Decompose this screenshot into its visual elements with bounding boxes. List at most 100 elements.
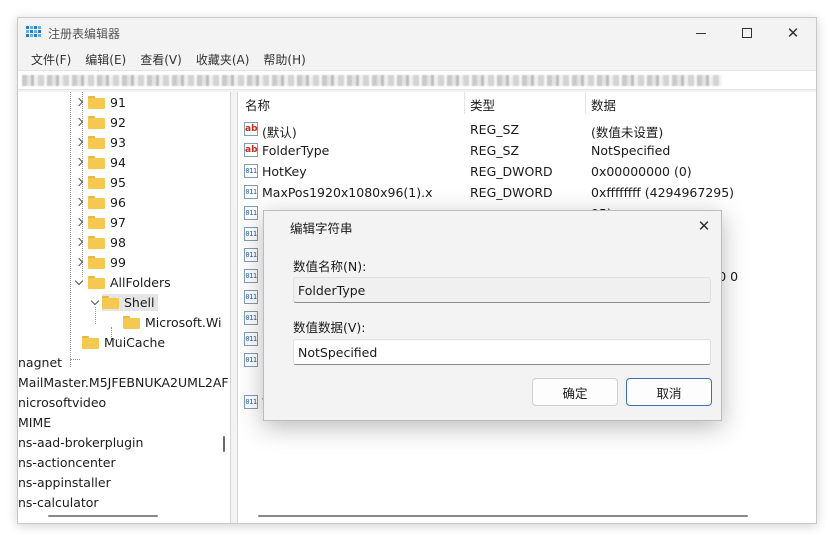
binary-value-icon: 011: [244, 227, 258, 241]
value-data-label: 数值数据(V):: [293, 320, 366, 335]
folder-icon: [88, 255, 105, 269]
address-bar[interactable]: [18, 70, 816, 90]
close-button[interactable]: ✕: [770, 18, 816, 48]
registry-value-row[interactable]: 011 HotKey REG_DWORD 0x00000000 (0): [238, 162, 816, 183]
title-bar[interactable]: 注册表编辑器 ✕: [18, 18, 816, 48]
binary-value-icon: 011: [244, 185, 258, 199]
folder-icon: [88, 195, 105, 209]
menu-edit[interactable]: 编辑(E): [78, 51, 133, 68]
tree-root-item[interactable]: ns-calculator: [18, 492, 99, 512]
tree-item-label: 92: [110, 114, 126, 130]
tree-item-allfolders[interactable]: AllFolders: [74, 272, 171, 292]
tree-root-item[interactable]: nicrosoftvideo: [18, 392, 106, 412]
value-name-field[interactable]: [293, 277, 711, 303]
registry-value-row[interactable]: 011 MaxPos1920x1080x96(1).x REG_DWORD 0xfff…: [238, 183, 816, 204]
tree-item-label: ns-calculator: [18, 494, 99, 510]
folder-icon: [82, 335, 99, 349]
chevron-right-icon[interactable]: [74, 237, 84, 247]
tree-root-item[interactable]: ns-actioncenter: [18, 452, 116, 472]
tree-guide-line: [70, 92, 71, 367]
edit-string-dialog: 编辑字符串 ✕ 数值名称(N): 数值数据(V): 确定 取消: [263, 210, 722, 421]
tree-item-94[interactable]: 94: [74, 152, 126, 172]
binary-value-icon: 011: [244, 269, 258, 283]
close-icon: ✕: [697, 217, 711, 235]
tree-root-item[interactable]: MailMaster.M5JFEBNUKA2UML2AF: [18, 372, 229, 392]
menu-favorites[interactable]: 收藏夹(A): [189, 51, 257, 68]
value-type: REG_SZ: [470, 122, 520, 137]
chevron-right-icon[interactable]: [74, 157, 84, 167]
folder-icon: [88, 95, 105, 109]
folder-icon: [88, 275, 105, 289]
binary-value-icon: 011: [244, 353, 258, 367]
tree-root-item[interactable]: nagnet: [18, 352, 62, 372]
tree-item-label: Shell: [124, 294, 155, 310]
value-data: NotSpecified: [591, 143, 671, 158]
value-type: REG_SZ: [470, 143, 520, 158]
tree-item-93[interactable]: 93: [74, 132, 126, 152]
tree-item-label: MuiCache: [104, 334, 166, 350]
tree-vertical-scrollbar[interactable]: [223, 436, 225, 452]
tree-item-microsoft-wi[interactable]: Microsoft.Wi: [123, 312, 221, 332]
chevron-right-icon[interactable]: [74, 177, 84, 187]
list-horizontal-scrollbar[interactable]: [258, 515, 748, 517]
binary-value-icon: 011: [244, 248, 258, 262]
tree-item-label: 93: [110, 134, 126, 150]
value-name: MaxPos1920x1080x96(1).x: [262, 185, 433, 200]
chevron-right-icon[interactable]: [74, 97, 84, 107]
tree-item-muicache[interactable]: MuiCache: [76, 332, 165, 352]
maximize-icon: [742, 28, 752, 38]
dialog-close-button[interactable]: ✕: [693, 215, 715, 237]
tree-item-91[interactable]: 91: [74, 92, 126, 112]
chevron-right-icon[interactable]: [74, 197, 84, 207]
chevron-down-icon[interactable]: [74, 276, 84, 285]
folder-icon: [88, 155, 105, 169]
binary-value-icon: 011: [244, 290, 258, 304]
value-data: 0xffffffff (4294967295): [591, 185, 735, 200]
chevron-right-icon[interactable]: [74, 117, 84, 127]
chevron-down-icon[interactable]: [90, 296, 100, 305]
tree-item-99[interactable]: 99: [74, 252, 126, 272]
cancel-button[interactable]: 取消: [626, 378, 712, 406]
tree-item-97[interactable]: 97: [74, 212, 126, 232]
registry-value-row[interactable]: ab FolderType REG_SZ NotSpecified: [238, 141, 816, 162]
tree-item-shell[interactable]: Shell: [90, 292, 158, 312]
key-tree-pane[interactable]: 91 92 93 94 95 96 97 98 99 AllFolders Sh…: [18, 92, 231, 523]
minimize-button[interactable]: [678, 18, 724, 48]
ok-button[interactable]: 确定: [532, 378, 618, 406]
value-data: (数值未设置): [591, 125, 664, 140]
value-name-label: 数值名称(N):: [293, 259, 367, 274]
binary-value-icon: 011: [244, 395, 258, 409]
value-type: REG_DWORD: [470, 164, 553, 179]
registry-editor-icon: [26, 26, 42, 40]
selected-highlight: Shell: [102, 293, 158, 311]
column-header-type[interactable]: 类型: [470, 95, 495, 114]
value-data-field[interactable]: [293, 339, 711, 365]
chevron-right-icon[interactable]: [74, 217, 84, 227]
menu-help[interactable]: 帮助(H): [256, 51, 312, 68]
maximize-button[interactable]: [724, 18, 770, 48]
menu-file[interactable]: 文件(F): [24, 51, 78, 68]
column-header-data[interactable]: 数据: [591, 95, 616, 114]
tree-item-label: Microsoft.Wi: [145, 314, 222, 330]
tree-horizontal-scrollbar[interactable]: [48, 515, 158, 517]
folder-icon: [88, 115, 105, 129]
list-header: 名称 类型 数据: [238, 92, 816, 114]
tree-root-item[interactable]: ns-aad-brokerplugin: [18, 432, 143, 452]
column-divider[interactable]: [585, 92, 586, 114]
value-data: 0x00000000 (0): [591, 164, 692, 179]
tree-item-label: ns-appinstaller: [18, 474, 111, 490]
tree-item-95[interactable]: 95: [74, 172, 126, 192]
tree-item-label: MailMaster.M5JFEBNUKA2UML2AF: [18, 374, 229, 390]
chevron-right-icon[interactable]: [74, 257, 84, 267]
column-header-name[interactable]: 名称: [245, 95, 270, 114]
registry-value-row[interactable]: ab (默认) REG_SZ (数值未设置): [238, 120, 816, 141]
tree-item-92[interactable]: 92: [74, 112, 126, 132]
menu-view[interactable]: 查看(V): [133, 51, 189, 68]
tree-item-label: nicrosoftvideo: [18, 394, 107, 410]
tree-root-item[interactable]: ns-appinstaller: [18, 472, 111, 492]
tree-item-98[interactable]: 98: [74, 232, 126, 252]
tree-root-item[interactable]: MIME: [18, 412, 51, 432]
tree-item-96[interactable]: 96: [74, 192, 126, 212]
chevron-right-icon[interactable]: [74, 137, 84, 147]
column-divider[interactable]: [464, 92, 465, 114]
